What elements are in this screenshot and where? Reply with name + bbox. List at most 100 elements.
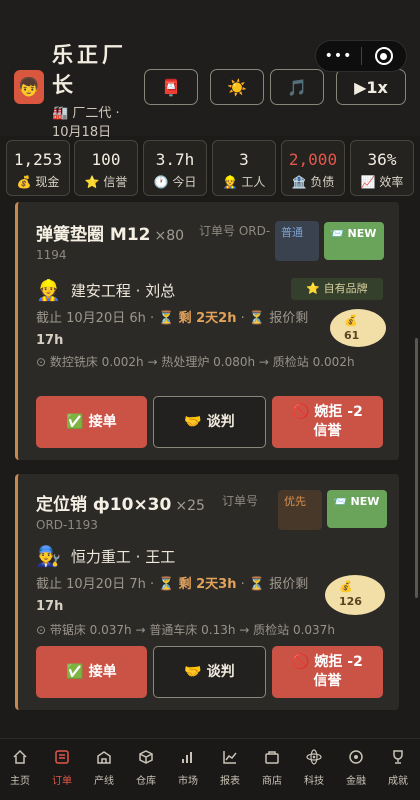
stats-bar: 1,253 💰 现金 100 ⭐ 信誉 3.7h 🕐 今日 3 👷 工人 2,0…: [6, 140, 414, 196]
accept-order-button[interactable]: ✅ 接单: [36, 646, 147, 698]
order-number-label: 订单号 ORD-: [199, 224, 271, 238]
nav-label: 成就: [388, 776, 408, 787]
price-badge: 💰 126: [325, 575, 385, 615]
close-capsule-button[interactable]: [362, 47, 406, 65]
warehouse-icon: [126, 749, 166, 767]
order-number-label: 订单号: [222, 494, 259, 508]
nav-label: 市场: [178, 776, 198, 787]
speed-label: ▶1x: [354, 77, 388, 97]
order-card: 定位销 ф10×30 ×25 订单号 ORD-1193 优先 📨 NEW 👨‍🔧 …: [15, 474, 399, 710]
nav-reports[interactable]: 报表: [210, 749, 250, 787]
accept-order-button[interactable]: ✅ 接单: [36, 396, 147, 448]
nav-label: 报表: [220, 776, 240, 787]
avatar-emoji: 👦: [17, 76, 41, 98]
new-badge: 📨 NEW: [324, 222, 384, 260]
stat-today-value: 3.7h: [155, 150, 195, 169]
sun-icon: ☀️: [227, 77, 247, 97]
nav-label: 产线: [94, 776, 114, 787]
home-icon: [0, 749, 40, 767]
nav-label: 金融: [346, 776, 366, 787]
nav-production[interactable]: 产线: [84, 749, 124, 787]
order-quantity: ×25: [175, 498, 205, 514]
scrollbar[interactable]: [415, 338, 418, 598]
negotiate-button[interactable]: 🤝 谈判: [153, 396, 266, 448]
mini-program-capsule: •••: [315, 40, 407, 72]
stat-workers: 3 👷 工人: [212, 140, 276, 196]
product-name: 定位销 ф10×30: [36, 495, 172, 515]
order-title: 弹簧垫圈 M12 ×80: [36, 220, 184, 245]
deadline-info: 截止 10月20日 7h · ⏳ 剩 2天3h · ⏳ 报价剩 17h: [36, 574, 326, 618]
stat-debt-value: 2,000: [288, 150, 338, 169]
nav-achievements[interactable]: 成就: [378, 749, 418, 787]
process-route: ⊙ 带锯床 0.037h → 普通车床 0.13h → 质检站 0.037h: [36, 623, 335, 637]
mailbox-icon: 📮: [161, 77, 181, 97]
nav-finance[interactable]: 金融: [336, 749, 376, 787]
priority-tag: 普通: [275, 221, 319, 261]
star-icon: ⭐: [84, 175, 100, 189]
order-card: 弹簧垫圈 M12 ×80 订单号 ORD- 1194 普通 📨 NEW 👷 建安工…: [15, 202, 399, 460]
nav-tech[interactable]: 科技: [294, 749, 334, 787]
mail-button[interactable]: 📮: [144, 69, 198, 105]
product-name: 弹簧垫圈 M12: [36, 225, 151, 245]
nav-label: 科技: [304, 776, 324, 787]
chart-up-icon: 📈: [360, 175, 376, 189]
quote-remaining: 17h: [36, 599, 64, 614]
more-menu-button[interactable]: •••: [316, 48, 361, 64]
stat-workers-label: 工人: [241, 175, 266, 189]
order-number: 1194: [36, 248, 67, 262]
stat-reputation: 100 ⭐ 信誉: [74, 140, 138, 196]
negotiate-button[interactable]: 🤝 谈判: [153, 646, 266, 698]
stat-debt-label: 负债: [310, 175, 335, 189]
coin-icon: [336, 749, 376, 767]
music-button[interactable]: 🎵: [270, 69, 324, 105]
weather-button[interactable]: ☀️: [210, 69, 264, 105]
new-badge: 📨 NEW: [327, 490, 387, 528]
price-badge: 💰 61: [330, 309, 386, 347]
decline-button[interactable]: 🚫 婉拒 -2 信誉: [272, 396, 383, 448]
order-quantity: ×80: [154, 228, 185, 244]
nav-home[interactable]: 主页: [0, 749, 40, 787]
nav-orders[interactable]: 订单: [42, 749, 82, 787]
title-block: 乐正厂长 🏭 厂二代 · 10月18日: [52, 40, 138, 142]
page-title: 乐正厂长: [52, 42, 127, 97]
nav-label: 订单: [52, 776, 72, 787]
record-icon: [374, 47, 393, 65]
decline-button[interactable]: 🚫 婉拒 -2 信誉: [272, 646, 383, 698]
avatar[interactable]: 👦: [14, 70, 44, 104]
client-name: 恒力重工 · 王工: [70, 547, 176, 566]
report-icon: [210, 749, 250, 767]
atom-icon: [294, 749, 334, 767]
nav-market[interactable]: 市场: [168, 749, 208, 787]
money-bag-icon: 💰: [339, 580, 353, 593]
trophy-icon: [378, 749, 418, 767]
mechanic-icon: 👨‍🔧: [36, 544, 61, 568]
nav-shop[interactable]: 商店: [252, 749, 292, 787]
nav-warehouse[interactable]: 仓库: [126, 749, 166, 787]
orders-list[interactable]: 弹簧垫圈 M12 ×80 订单号 ORD- 1194 普通 📨 NEW 👷 建安工…: [0, 200, 420, 736]
app-header: 👦 乐正厂长 🏭 厂二代 · 10月18日 📮 ☀️ 🎵 ▶1x •••: [0, 0, 420, 140]
money-bag-icon: 💰: [16, 175, 32, 189]
client-name: 建安工程 · 刘总: [70, 281, 176, 300]
quote-label: · ⏳ 报价剩: [240, 577, 309, 592]
client-info: 👷 建安工程 · 刘总: [36, 278, 175, 302]
order-number: ORD-1193: [36, 518, 98, 532]
stat-debt: 2,000 🏦 负债: [281, 140, 345, 196]
factory-icon: 🏭: [52, 106, 69, 121]
stat-reputation-label: 信誉: [103, 175, 128, 189]
priority-tag: 优先: [278, 490, 322, 530]
nav-label: 仓库: [136, 776, 156, 787]
price-value: 61: [344, 329, 360, 342]
order-title: 定位销 ф10×30 ×25: [36, 490, 205, 515]
subtitle: 🏭 厂二代 · 10月18日: [52, 104, 138, 142]
nav-label: 主页: [10, 776, 30, 787]
stat-cash-value: 1,253: [13, 150, 63, 169]
client-info: 👨‍🔧 恒力重工 · 王工: [36, 544, 175, 568]
music-icon: 🎵: [287, 77, 307, 97]
worker-icon: 👷: [36, 278, 61, 302]
worker-icon: 👷: [222, 175, 238, 189]
current-date: 10月18日: [52, 125, 112, 140]
market-icon: [168, 749, 208, 767]
stat-today: 3.7h 🕐 今日: [143, 140, 207, 196]
speed-button[interactable]: ▶1x: [336, 69, 406, 105]
deadline-text: 截止 10月20日 7h · ⏳: [36, 577, 175, 592]
